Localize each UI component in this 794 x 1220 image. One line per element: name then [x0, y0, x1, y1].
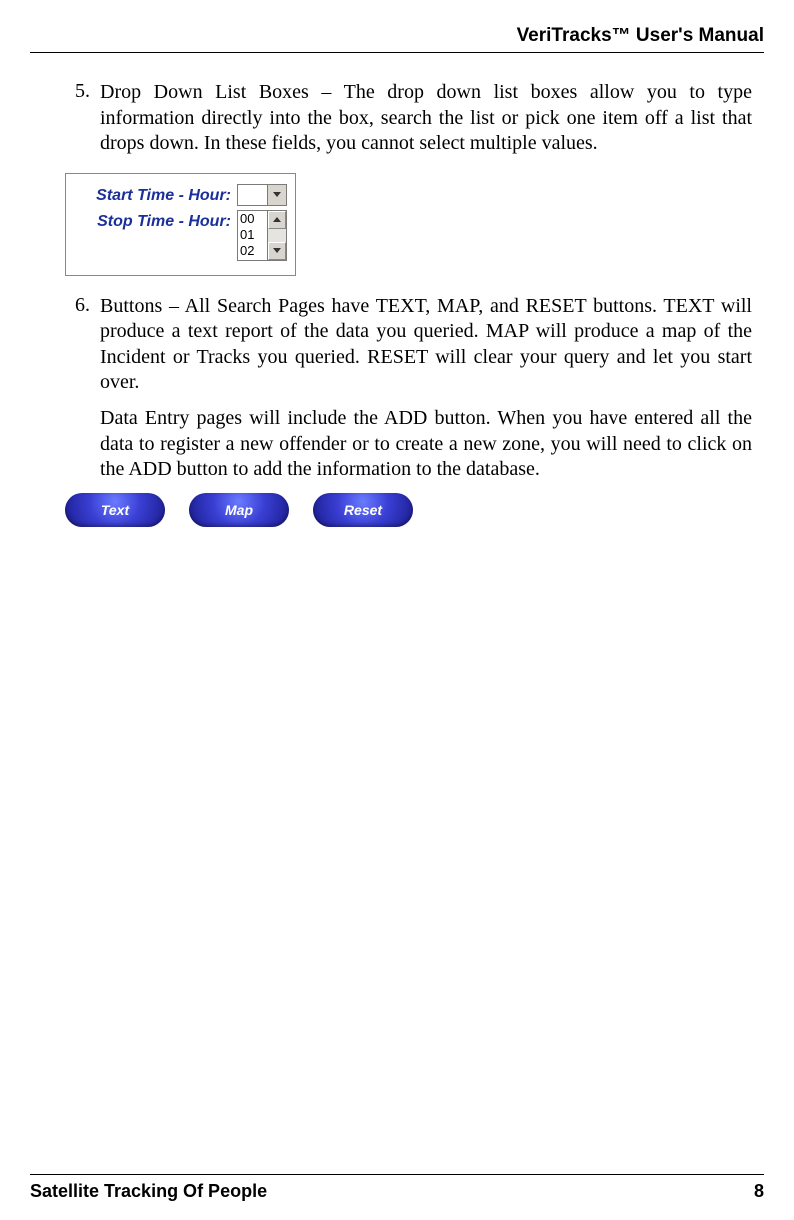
list-item-6: 6. Buttons – All Search Pages have TEXT,… — [55, 294, 752, 527]
list-item-5: 5. Drop Down List Boxes – The drop down … — [55, 80, 752, 288]
button-row-screenshot: Text Map Reset — [65, 493, 752, 527]
map-button[interactable]: Map — [189, 493, 289, 527]
start-time-combo[interactable] — [237, 184, 287, 206]
document-page: VeriTracks™ User's Manual 5. Drop Down L… — [0, 0, 794, 1220]
list-option[interactable]: 01 — [238, 227, 267, 243]
start-time-label: Start Time - Hour: — [76, 184, 231, 205]
start-time-dropdown-button[interactable] — [267, 185, 286, 205]
footer-page-number: 8 — [754, 1181, 764, 1202]
scroll-track[interactable] — [268, 229, 286, 242]
scroll-down-button[interactable] — [268, 242, 286, 260]
scroll-up-button[interactable] — [268, 211, 286, 229]
chevron-down-icon — [273, 248, 281, 253]
reset-button[interactable]: Reset — [313, 493, 413, 527]
list-option[interactable]: 00 — [238, 211, 267, 227]
stop-time-scrollbar[interactable] — [267, 211, 286, 260]
footer-rule — [30, 1174, 764, 1175]
stop-time-listbox[interactable]: 00 01 02 — [237, 210, 287, 261]
chevron-down-icon — [273, 192, 281, 197]
stop-time-row: Stop Time - Hour: 00 01 02 — [76, 210, 287, 261]
start-time-input[interactable] — [238, 185, 267, 205]
chevron-up-icon — [273, 217, 281, 222]
page-header: VeriTracks™ User's Manual — [30, 25, 764, 47]
stop-time-options[interactable]: 00 01 02 — [238, 211, 267, 260]
page-footer: Satellite Tracking Of People 8 — [30, 1181, 764, 1202]
footer-left: Satellite Tracking Of People — [30, 1181, 267, 1202]
paragraph: Drop Down List Boxes – The drop down lis… — [100, 80, 752, 157]
list-option[interactable]: 02 — [238, 243, 267, 259]
paragraph: Data Entry pages will include the ADD bu… — [100, 406, 752, 483]
start-time-row: Start Time - Hour: — [76, 184, 287, 206]
paragraph: Buttons – All Search Pages have TEXT, MA… — [100, 294, 752, 396]
stop-time-label: Stop Time - Hour: — [76, 210, 231, 231]
content-area: 5. Drop Down List Boxes – The drop down … — [55, 80, 752, 533]
text-button[interactable]: Text — [65, 493, 165, 527]
dropdown-screenshot: Start Time - Hour: Stop Time - Hour: — [65, 173, 296, 276]
header-rule — [30, 52, 764, 53]
